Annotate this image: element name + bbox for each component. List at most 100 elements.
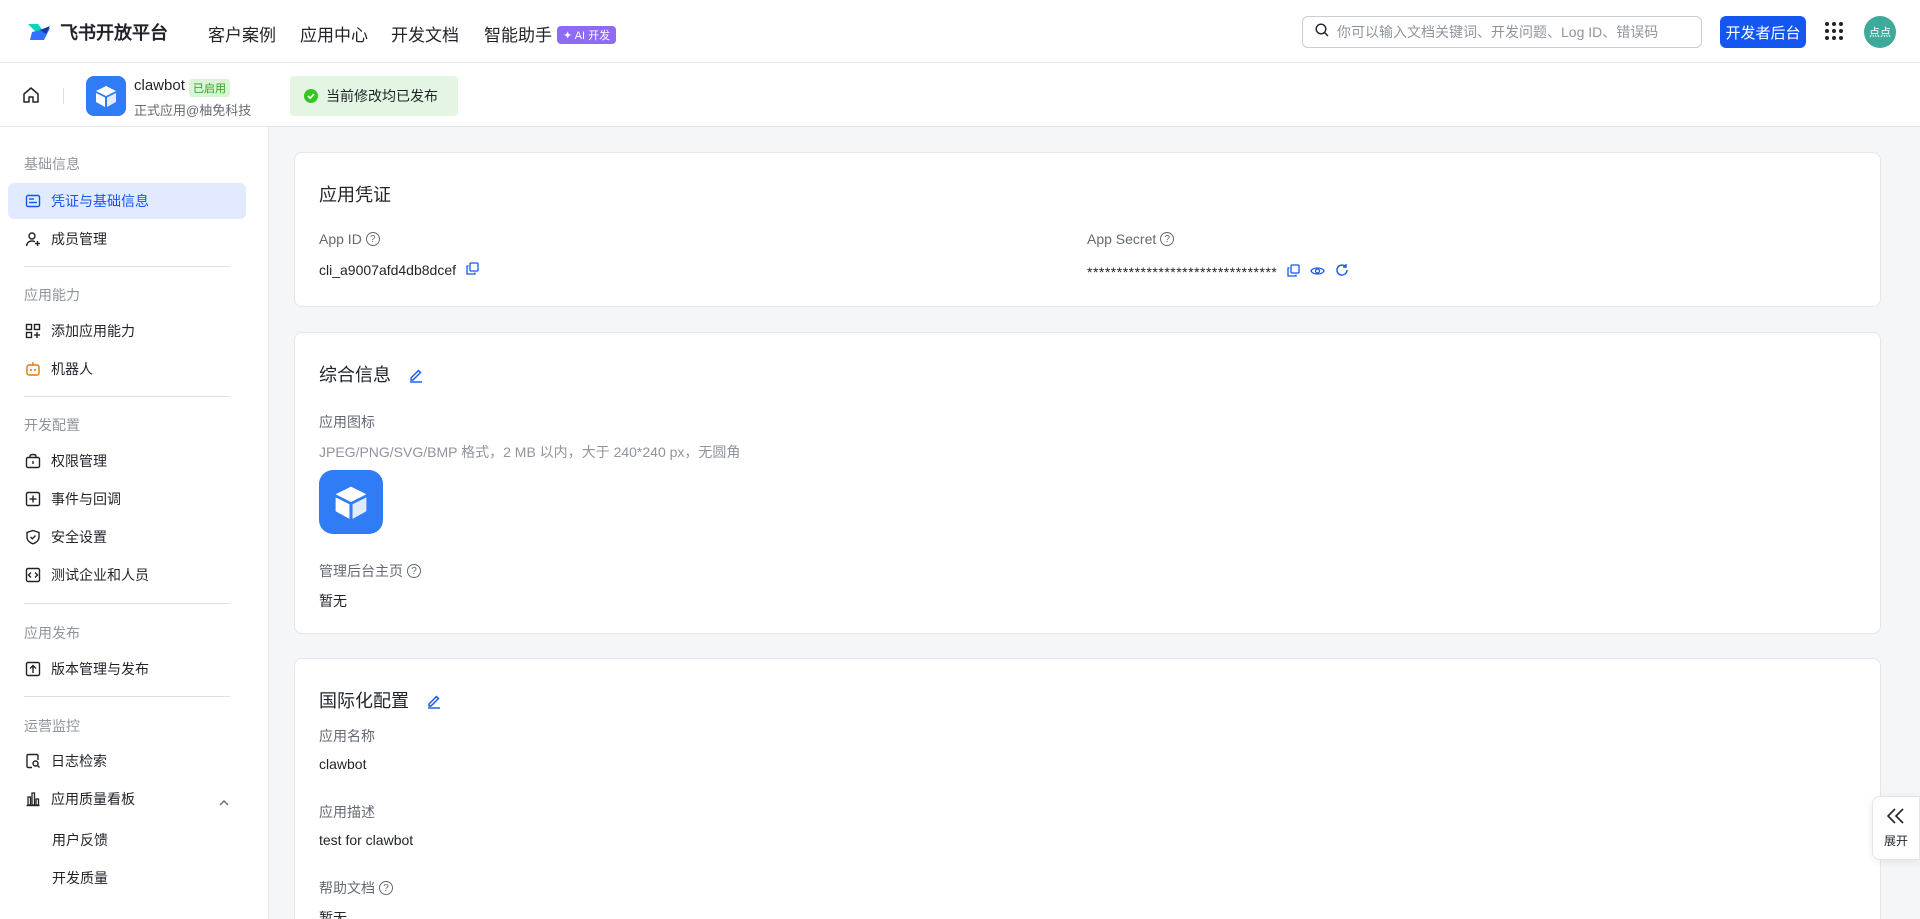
general-info-title: 综合信息 <box>319 365 391 385</box>
edit-icon[interactable] <box>426 693 442 714</box>
ai-dev-badge: ✦ AI 开发 <box>557 26 617 44</box>
sidebar-item-permissions[interactable]: 权限管理 <box>8 443 246 479</box>
nav-dev-docs[interactable]: 开发文档 <box>391 21 459 46</box>
apps-add-icon <box>25 323 41 339</box>
sidebar-item-credentials[interactable]: 凭证与基础信息 <box>8 183 246 219</box>
bar-chart-icon <box>25 791 41 807</box>
sidebar-item-label: 应用质量看板 <box>51 791 135 807</box>
help-icon[interactable]: ? <box>407 564 421 578</box>
sidebar-section-basic: 基础信息 <box>24 156 80 172</box>
sidebar: 基础信息 凭证与基础信息 成员管理 应用能力 添加应用能力 机器人 开发配置 权… <box>0 127 269 919</box>
app-name-label: 应用名称 <box>319 728 375 744</box>
check-circle-icon <box>304 89 318 103</box>
app-id-text: cli_a9007afd4db8dcef <box>319 262 457 278</box>
sidebar-item-test-tenants[interactable]: 测试企业和人员 <box>8 557 246 593</box>
chevron-up-icon[interactable] <box>218 794 230 812</box>
sidebar-item-label: 安全设置 <box>51 529 107 545</box>
search-input[interactable] <box>1337 24 1687 40</box>
general-info-card: 综合信息 应用图标 JPEG/PNG/SVG/BMP 格式，2 MB 以内，大于… <box>294 332 1881 634</box>
app-desc-label: 应用描述 <box>319 804 375 820</box>
log-search-icon <box>25 753 41 769</box>
developer-console-button[interactable]: 开发者后台 <box>1720 16 1806 48</box>
brand-logo[interactable]: 飞书开放平台 <box>26 19 168 45</box>
double-chevron-left-icon <box>1886 807 1906 830</box>
divider <box>63 88 64 104</box>
sidebar-item-label: 测试企业和人员 <box>51 567 149 583</box>
upload-icon <box>25 661 41 677</box>
event-icon <box>25 491 41 507</box>
sidebar-item-label: 权限管理 <box>51 453 107 469</box>
app-id-value: cli_a9007afd4db8dcef <box>319 262 479 278</box>
help-icon[interactable]: ? <box>379 881 393 895</box>
code-icon <box>25 567 41 583</box>
home-icon[interactable] <box>22 86 40 109</box>
sidebar-item-label: 事件与回调 <box>51 491 121 507</box>
sidebar-section-dev-config: 开发配置 <box>24 417 80 433</box>
i18n-title: 国际化配置 <box>319 691 409 711</box>
apps-grid-icon[interactable] <box>1825 22 1843 40</box>
admin-home-value: 暂无 <box>319 593 347 609</box>
status-badge: 已启用 <box>189 79 230 97</box>
app-icon-hint: JPEG/PNG/SVG/BMP 格式，2 MB 以内，大于 240*240 p… <box>319 444 741 460</box>
sidebar-item-quality-dashboard[interactable]: 应用质量看板 <box>8 781 246 817</box>
credentials-card: 应用凭证 App ID ? cli_a9007afd4db8dcef App S… <box>294 152 1881 307</box>
app-name: clawbot <box>134 77 185 94</box>
refresh-icon[interactable] <box>1335 263 1349 280</box>
app-icon <box>86 76 126 116</box>
lock-box-icon <box>25 453 41 469</box>
sidebar-section-monitoring: 运营监控 <box>24 718 80 734</box>
eye-icon[interactable] <box>1310 264 1326 280</box>
user-avatar[interactable]: 点点 <box>1864 16 1896 48</box>
publish-status-text: 当前修改均已发布 <box>326 88 438 104</box>
help-doc-label: 帮助文档 ? <box>319 878 393 898</box>
app-secret-masked: ******************************** <box>1087 263 1278 280</box>
sidebar-item-label: 版本管理与发布 <box>51 661 149 677</box>
sidebar-item-versions[interactable]: 版本管理与发布 <box>8 651 246 687</box>
app-secret-label-text: App Secret <box>1087 231 1157 247</box>
brand-name: 飞书开放平台 <box>60 23 168 43</box>
sidebar-divider <box>24 266 230 267</box>
sidebar-item-logs[interactable]: 日志检索 <box>8 743 246 779</box>
app-name-value: clawbot <box>319 756 367 772</box>
help-icon[interactable]: ? <box>1160 232 1175 246</box>
nav-app-center[interactable]: 应用中心 <box>300 21 368 46</box>
admin-home-label: 管理后台主页 ? <box>319 561 421 581</box>
id-card-icon <box>25 193 41 209</box>
copy-icon[interactable] <box>466 262 479 278</box>
sidebar-divider <box>24 696 230 697</box>
app-icon-preview[interactable] <box>319 470 383 534</box>
sidebar-item-label: 日志检索 <box>51 753 107 769</box>
sidebar-item-label: 成员管理 <box>51 231 107 247</box>
expand-label: 展开 <box>1883 834 1908 848</box>
sidebar-item-security[interactable]: 安全设置 <box>8 519 246 555</box>
sidebar-item-add-capability[interactable]: 添加应用能力 <box>8 313 246 349</box>
sidebar-subitem-user-feedback[interactable]: 用户反馈 <box>52 830 108 850</box>
help-icon[interactable]: ? <box>365 232 380 246</box>
edit-icon[interactable] <box>408 367 424 388</box>
general-info-title-row: 综合信息 <box>319 361 424 388</box>
copy-icon[interactable] <box>1287 263 1300 280</box>
sidebar-item-events[interactable]: 事件与回调 <box>8 481 246 517</box>
nav-customer-cases[interactable]: 客户案例 <box>208 21 276 46</box>
sidebar-subitem-dev-quality[interactable]: 开发质量 <box>52 868 108 888</box>
i18n-card: 国际化配置 应用名称 clawbot 应用描述 test for clawbot… <box>294 658 1881 919</box>
sidebar-section-release: 应用发布 <box>24 625 80 641</box>
app-id-label-text: App ID <box>319 231 362 247</box>
sidebar-divider <box>24 396 230 397</box>
search-box[interactable] <box>1302 16 1702 48</box>
sidebar-item-bot[interactable]: 机器人 <box>8 351 246 387</box>
sidebar-item-label: 机器人 <box>51 361 93 377</box>
credentials-title: 应用凭证 <box>319 185 391 205</box>
app-secret-label: App Secret ? <box>1087 231 1175 247</box>
sidebar-item-members[interactable]: 成员管理 <box>8 221 246 257</box>
app-subtitle: 正式应用@柚免科技 <box>134 103 252 118</box>
sidebar-divider <box>24 603 230 604</box>
app-id-label: App ID ? <box>319 231 380 247</box>
nav-smart-assistant[interactable]: 智能助手 ✦ AI 开发 <box>484 21 617 46</box>
expand-panel-button[interactable]: 展开 <box>1872 796 1920 860</box>
admin-home-label-text: 管理后台主页 <box>319 563 403 579</box>
app-icon-label: 应用图标 <box>319 414 375 430</box>
help-doc-value: 暂无 <box>319 910 347 919</box>
app-desc-value: test for clawbot <box>319 832 414 848</box>
app-header-bar: clawbot 已启用 正式应用@柚免科技 当前修改均已发布 <box>0 63 1920 127</box>
